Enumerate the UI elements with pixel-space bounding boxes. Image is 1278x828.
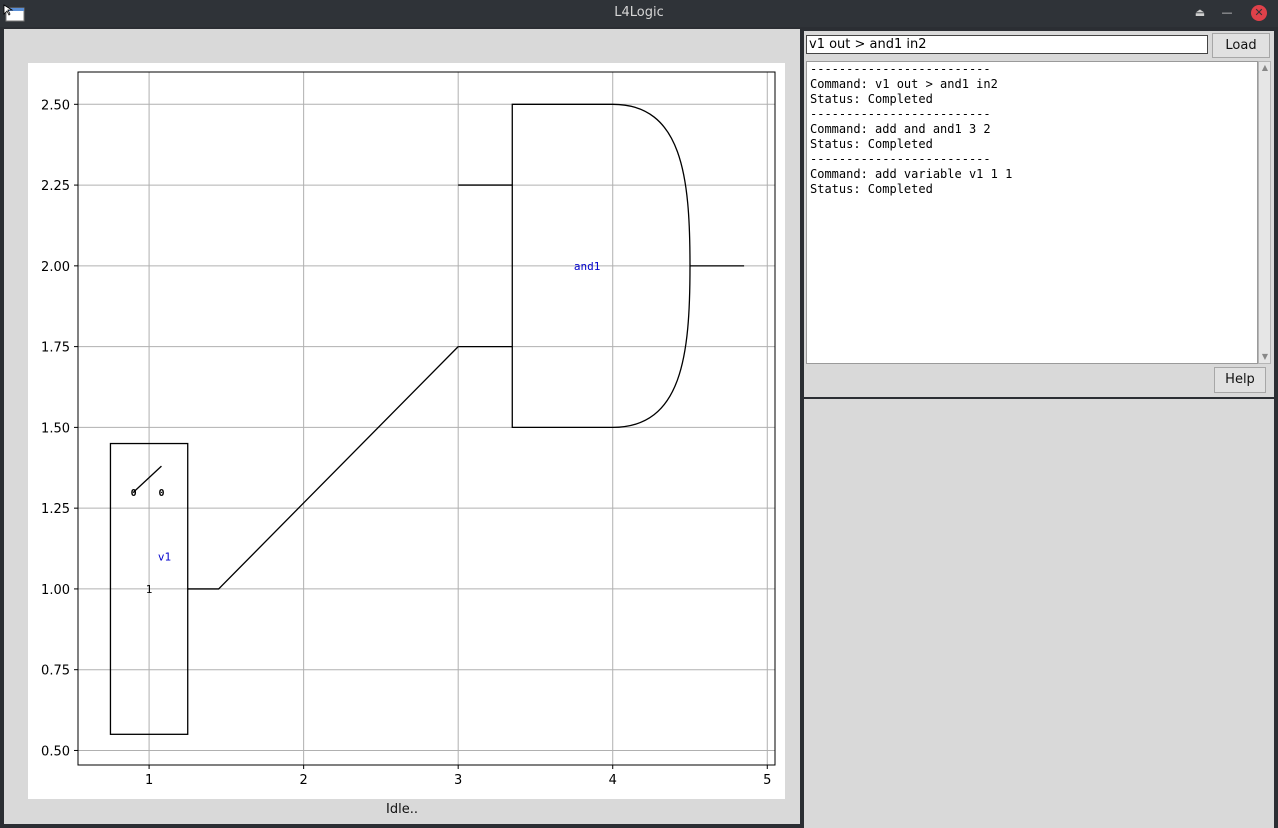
- log-line: Command: add variable v1 1 1: [810, 167, 1013, 181]
- log-line: Command: v1 out > and1 in2: [810, 77, 998, 91]
- x-tick-label: 4: [609, 773, 617, 788]
- empty-panel: [804, 399, 1274, 828]
- close-icon[interactable]: ✕: [1251, 5, 1267, 21]
- title-bar: L4Logic ⏏ — ✕: [0, 0, 1278, 27]
- variable-name: v1: [158, 551, 171, 564]
- load-button[interactable]: Load: [1212, 33, 1270, 58]
- log-line: Status: Completed: [810, 92, 933, 106]
- gate-name: and1: [574, 260, 601, 273]
- log-line: Status: Completed: [810, 137, 933, 151]
- status-label: Idle..: [386, 802, 418, 817]
- y-tick-label: 1.75: [41, 341, 70, 356]
- canvas-panel: 1 2 3 4 5 0.50 0.75 1.00 1.25 1.50 1.75 2.00 2.25 2.5…: [4, 29, 800, 824]
- plot-area: 1 2 3 4 5 0.50 0.75 1.00 1.25 1.50 1.75 2.00 2.25 2.5…: [28, 63, 785, 799]
- log-line: -------------------------: [810, 62, 991, 76]
- command-log: ------------------------- Command: v1 out…: [806, 61, 1258, 364]
- x-tick-label: 5: [763, 773, 771, 788]
- log-line: Command: add and and1 3 2: [810, 122, 991, 136]
- switch-label: 0: [158, 488, 164, 499]
- log-scrollbar[interactable]: ▲ ▼: [1258, 61, 1271, 364]
- switch-label: 0: [131, 488, 137, 499]
- window-title: L4Logic: [614, 5, 664, 20]
- x-tick-label: 2: [299, 773, 307, 788]
- variable-value: 1: [146, 583, 153, 596]
- scroll-down-icon[interactable]: ▼: [1260, 352, 1270, 362]
- command-input[interactable]: v1 out > and1 in2: [806, 35, 1208, 54]
- log-line: -------------------------: [810, 152, 991, 166]
- y-tick-label: 2.50: [41, 98, 70, 113]
- log-line: -------------------------: [810, 107, 991, 121]
- x-tick-label: 3: [454, 773, 462, 788]
- x-tick-label: 1: [145, 773, 153, 788]
- wire: [187, 346, 459, 590]
- y-tick-label: 2.25: [41, 179, 70, 194]
- y-tick-label: 0.50: [41, 744, 70, 759]
- minimize-icon[interactable]: —: [1220, 6, 1234, 20]
- circuit-plot[interactable]: 1 2 3 4 5 0.50 0.75 1.00 1.25 1.50 1.75 2.00 2.25 2.5…: [28, 63, 785, 799]
- scroll-up-icon[interactable]: ▲: [1260, 63, 1270, 73]
- y-tick-label: 2.00: [41, 260, 70, 275]
- help-button[interactable]: Help: [1214, 367, 1266, 393]
- y-tick-label: 0.75: [41, 664, 70, 679]
- switch-lever: [133, 465, 162, 493]
- y-tick-label: 1.00: [41, 583, 70, 598]
- y-tick-label: 1.50: [41, 421, 70, 436]
- keep-above-icon[interactable]: ⏏: [1193, 6, 1207, 20]
- y-tick-label: 1.25: [41, 502, 70, 517]
- log-line: Status: Completed: [810, 182, 933, 196]
- command-panel: v1 out > and1 in2 Load -----------------…: [804, 31, 1274, 397]
- plot-frame: [77, 71, 776, 766]
